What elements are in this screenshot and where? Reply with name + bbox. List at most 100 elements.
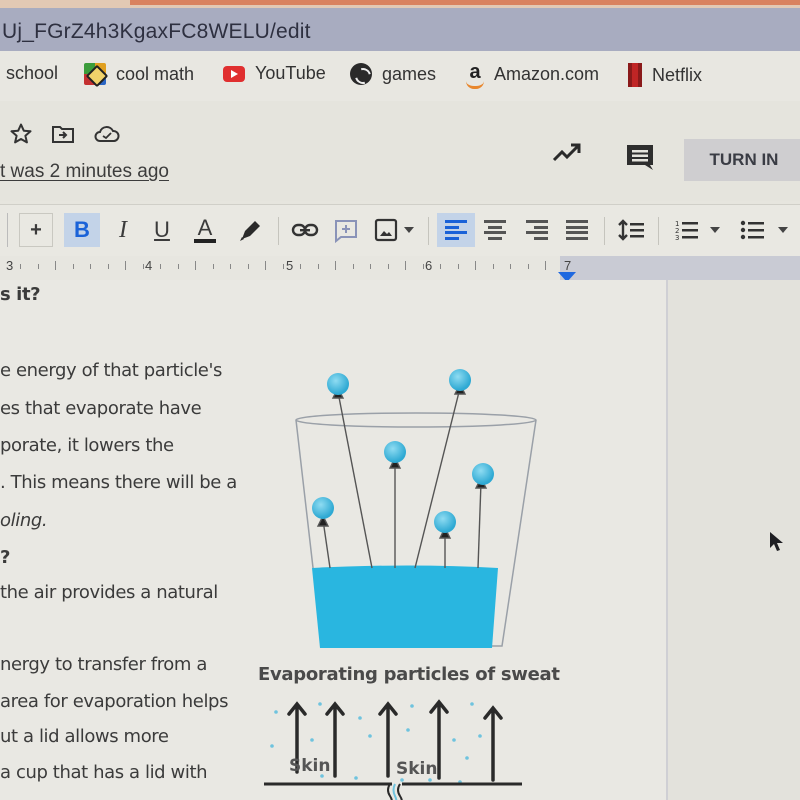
mouse-pointer-icon (770, 532, 783, 551)
italic-button[interactable]: I (108, 213, 138, 247)
ruler-tick (37, 264, 39, 269)
cloud-saved-icon[interactable] (94, 124, 120, 144)
insert-image-dropdown[interactable] (402, 213, 416, 247)
turn-in-button[interactable]: TURN IN (684, 139, 800, 181)
add-comment-icon[interactable] (333, 213, 359, 247)
ruler-label: 7 (564, 258, 572, 273)
doc-text-line: the air provides a natural (0, 582, 218, 603)
chevron-down-icon (710, 227, 720, 233)
figure-caption: Evaporating particles of sweat (258, 664, 560, 685)
ruler-tick (72, 264, 74, 269)
bulleted-list-dropdown[interactable] (776, 213, 790, 247)
doc-text-line: a cup that has a lid with (0, 762, 208, 783)
align-left-button[interactable] (437, 213, 475, 247)
last-edit-link[interactable]: t was 2 minutes ago (0, 161, 169, 183)
ruler-tick (475, 261, 476, 270)
skin-label-right: Skin (396, 759, 438, 779)
bookmark-cool-math[interactable]: cool math (84, 63, 194, 85)
bookmark-label: Netflix (652, 64, 703, 85)
doc-text-line: ? (0, 547, 11, 568)
ruler-tick (370, 264, 371, 269)
amazon-icon: a (466, 62, 484, 89)
up-arrow-icon (378, 701, 398, 778)
water (312, 565, 498, 648)
justify-icon (566, 220, 588, 240)
ruler-tick (90, 264, 91, 269)
comment-icon[interactable] (625, 143, 655, 171)
doc-text-line: nergy to transfer from a (0, 654, 208, 675)
align-right-button[interactable] (522, 213, 552, 247)
ruler-tick (20, 264, 21, 269)
align-center-button[interactable] (480, 213, 510, 247)
doc-text-line: e energy of that particle's (0, 360, 222, 381)
bold-button[interactable]: B (64, 213, 100, 247)
ruler-tick (230, 264, 231, 269)
underline-label: U (154, 217, 170, 242)
bulleted-list-icon[interactable] (738, 213, 766, 247)
trending-up-icon[interactable] (552, 142, 582, 164)
ruler-tick (282, 264, 284, 269)
ruler-tick (387, 264, 389, 269)
line-spacing-icon[interactable] (615, 213, 647, 247)
doc-text-line: ut a lid allows more (0, 726, 169, 747)
toolbar-separator (428, 217, 429, 245)
doc-header (0, 101, 800, 201)
highlight-icon[interactable] (236, 213, 264, 247)
youtube-icon (223, 65, 245, 82)
ruler-tick (195, 261, 196, 270)
chevron-down-icon (404, 227, 414, 233)
coolmath-icon (84, 63, 106, 85)
ruler-label: 6 (425, 258, 433, 273)
particle-path (322, 519, 331, 569)
ruler-tick (212, 264, 214, 269)
ruler-tick (527, 264, 529, 269)
move-to-folder-icon[interactable] (51, 124, 75, 144)
align-center-icon (484, 220, 506, 240)
doc-text-line: s it? (0, 284, 41, 305)
particle-path (477, 481, 482, 569)
url-text[interactable]: Uj_FGrZ4h3KgaxFC8WELU/edit (2, 20, 311, 44)
bookmark-games[interactable]: games (350, 63, 436, 85)
ruler-label: 5 (286, 258, 294, 273)
insert-image-icon[interactable] (373, 213, 399, 247)
water-particle (472, 463, 494, 485)
ruler-tick (510, 264, 511, 269)
doc-text-line: porate, it lowers the (0, 435, 174, 456)
netflix-icon (628, 63, 642, 87)
ruler-label: 3 (6, 258, 14, 273)
address-bar[interactable]: Uj_FGrZ4h3KgaxFC8WELU/edit (0, 8, 800, 51)
underline-button[interactable]: U (147, 213, 177, 247)
ruler-tick (440, 264, 441, 269)
doc-text-line: area for evaporation helps (0, 691, 229, 712)
ruler-label: 4 (145, 258, 153, 273)
ruler-tick (492, 264, 494, 269)
ruler-tick (55, 261, 56, 270)
justify-button[interactable] (562, 213, 592, 247)
ruler-tick (107, 264, 109, 269)
text-color-button[interactable]: A (188, 213, 222, 247)
sweat-in-pore (392, 783, 398, 800)
numbered-list-dropdown[interactable] (708, 213, 722, 247)
ruler-tick (247, 264, 249, 269)
bookmark-netflix[interactable]: Netflix (628, 63, 702, 87)
toolbar-separator (278, 217, 279, 245)
link-icon[interactable] (290, 213, 320, 247)
skin-label-left: Skin (289, 756, 331, 776)
formatting-toolbar: + B I U A 1 2 3 (0, 204, 800, 256)
ruler-tick (422, 264, 424, 269)
ruler-tick (300, 264, 301, 269)
align-right-icon (526, 220, 548, 240)
up-arrow-icon (483, 705, 503, 782)
star-icon[interactable] (8, 122, 34, 146)
bookmark-school[interactable]: school (6, 63, 58, 84)
water-particle (327, 373, 349, 395)
bookmark-label: school (6, 63, 59, 83)
zoom-in-button[interactable]: + (19, 213, 53, 247)
water-particle (312, 497, 334, 519)
bookmark-amazon[interactable]: a Amazon.com (466, 62, 599, 89)
ruler-tick (457, 264, 459, 269)
svg-text:3: 3 (675, 234, 679, 242)
numbered-list-icon[interactable]: 1 2 3 (673, 213, 701, 247)
ruler-tick (405, 261, 406, 270)
bookmark-youtube[interactable]: YouTube (223, 63, 326, 84)
